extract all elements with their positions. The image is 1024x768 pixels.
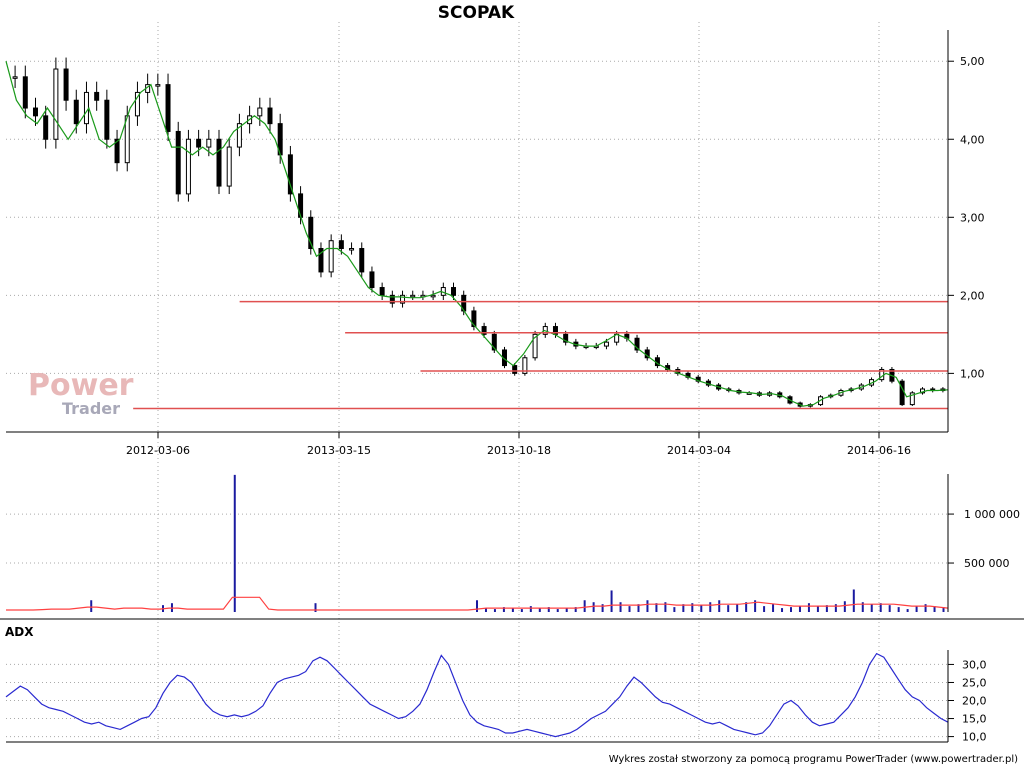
y-tick-label: 1 000 000 — [964, 508, 1020, 521]
axes: 2012-03-06 2013-03-15 2013-10-18 2014-03-04… — [0, 30, 1024, 744]
candle-body — [603, 341, 609, 347]
candle-body — [53, 68, 59, 140]
sma-line — [5, 61, 949, 407]
candle-body — [12, 76, 18, 79]
x-tick-label: 2013-10-18 — [487, 444, 551, 457]
x-tick-label: 2012-03-06 — [126, 444, 190, 457]
watermark-line1: Power — [28, 368, 134, 403]
chart-stage: Power Trader 2012-03-06 2013-03-15 2013-10… — [0, 0, 1024, 768]
y-tick-label: 3,00 — [960, 211, 985, 224]
y-tick-label: 10,0 — [962, 731, 987, 744]
candle-body — [369, 271, 375, 289]
x-tick-label: 2013-03-15 — [307, 444, 371, 457]
candle-body — [32, 107, 38, 117]
candle-body — [216, 138, 222, 187]
candle-body — [379, 287, 385, 296]
candle-body — [104, 99, 110, 140]
y-tick-label: 30,0 — [962, 658, 987, 671]
candle-body — [349, 248, 355, 251]
y-tick-label: 1,00 — [960, 367, 985, 380]
volume-panel — [6, 474, 949, 612]
candle-body — [73, 99, 79, 125]
candle-body — [328, 240, 334, 273]
footer-credit: Wykres został stworzony za pomocą progra… — [609, 754, 1018, 765]
candle-body — [83, 91, 89, 125]
candle-body — [22, 76, 28, 109]
candle-body — [359, 248, 365, 273]
candle-body — [451, 287, 457, 296]
candle-body — [410, 294, 416, 298]
candle-body — [338, 240, 344, 250]
watermark-line2: Trader — [62, 399, 120, 418]
candle-body — [155, 84, 161, 87]
y-tick-label: 20,0 — [962, 695, 987, 708]
y-tick-label: 15,0 — [962, 713, 987, 726]
candle-body — [226, 146, 232, 187]
y-tick-label: 4,00 — [960, 133, 985, 146]
candle-body — [185, 138, 191, 195]
y-tick-label: 25,0 — [962, 676, 987, 689]
candle-body — [165, 84, 171, 132]
y-tick-label: 5,00 — [960, 55, 985, 68]
candle-body — [43, 115, 49, 140]
candle-body — [206, 138, 212, 148]
candle-body — [430, 294, 436, 298]
adx-line — [5, 652, 949, 738]
candle-body — [196, 138, 202, 148]
candle-body — [298, 193, 304, 218]
candle-body — [257, 107, 263, 117]
y-tick-label: 2,00 — [960, 289, 985, 302]
candle-body — [63, 68, 69, 101]
price-panel — [5, 57, 949, 410]
candle-body — [175, 130, 181, 195]
candle-body — [267, 107, 273, 125]
y-tick-label: 500 000 — [964, 557, 1010, 570]
candle-body — [94, 91, 100, 101]
grid — [6, 22, 948, 742]
adx-panel-label: ADX — [5, 625, 34, 639]
adx-panel — [5, 652, 949, 738]
stock-chart: Power Trader 2012-03-06 2013-03-15 2013-10… — [0, 3, 1024, 765]
x-tick-label: 2014-03-04 — [667, 444, 731, 457]
chart-title: SCOPAK — [438, 3, 515, 23]
x-tick-label: 2014-06-16 — [847, 444, 911, 457]
candle-body — [512, 365, 518, 374]
watermark: Power Trader — [28, 368, 134, 418]
